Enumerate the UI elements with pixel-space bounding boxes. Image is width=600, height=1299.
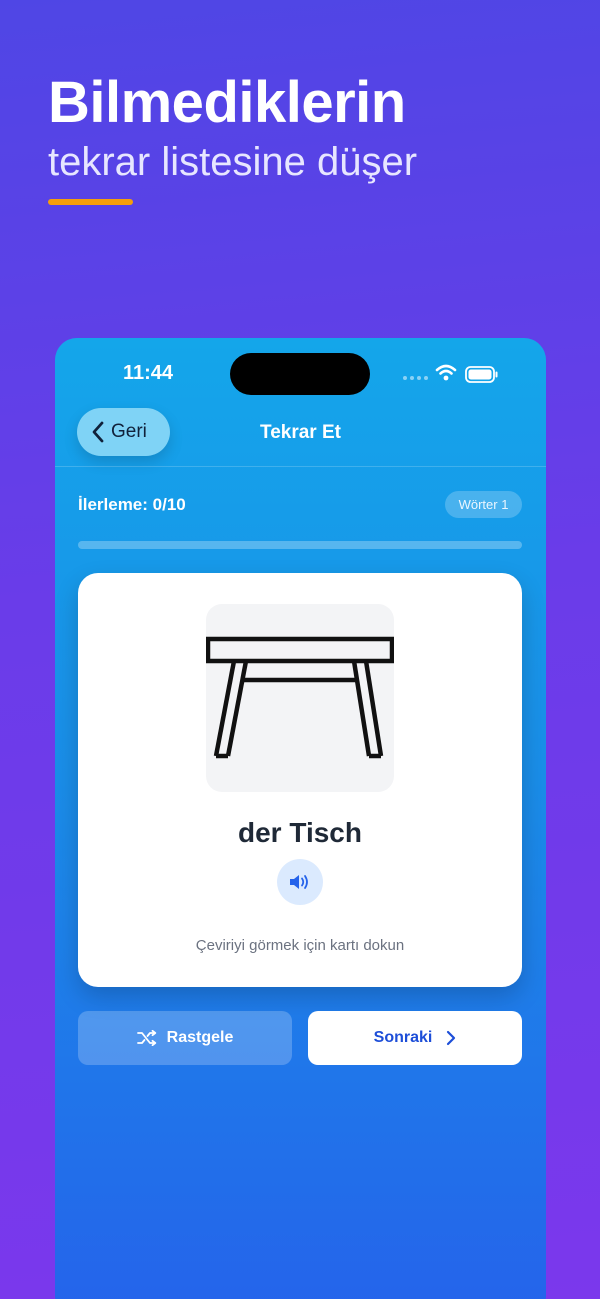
wifi-icon bbox=[435, 364, 457, 381]
deck-badge: Wörter 1 bbox=[445, 491, 522, 518]
chevron-right-icon bbox=[447, 1030, 456, 1046]
table-icon bbox=[205, 636, 395, 759]
progress-label: İlerleme: 0/10 bbox=[78, 495, 186, 514]
pronounce-button[interactable] bbox=[277, 859, 323, 905]
status-time: 11:44 bbox=[123, 362, 174, 384]
speaker-icon bbox=[290, 875, 308, 889]
shuffle-button[interactable]: Rastgele bbox=[78, 1011, 292, 1065]
battery-icon bbox=[465, 366, 498, 383]
progress-bar bbox=[78, 541, 522, 549]
phone-screen: 11:44 Geri Tekrar Et İlerleme: 0/10 Wört… bbox=[55, 338, 546, 1299]
nav-divider bbox=[55, 466, 546, 467]
card-word: der Tisch bbox=[238, 817, 362, 848]
signal-icon bbox=[403, 376, 428, 380]
next-button[interactable]: Sonraki bbox=[308, 1011, 522, 1065]
card-image bbox=[205, 604, 395, 792]
shuffle-icon bbox=[136, 1030, 156, 1046]
promo-headline: Bilmediklerin bbox=[48, 70, 406, 135]
page-title: Tekrar Et bbox=[260, 422, 341, 443]
card-hint: Çeviriyi görmek için kartı dokun bbox=[195, 937, 405, 954]
next-button-label: Sonraki bbox=[373, 1029, 433, 1046]
flashcard[interactable]: der Tisch Çeviriyi görmek için kartı dok… bbox=[78, 573, 522, 987]
shuffle-button-label: Rastgele bbox=[166, 1029, 234, 1046]
promo-accent-underline bbox=[48, 199, 133, 205]
dynamic-island bbox=[230, 353, 370, 395]
promo-subline: tekrar listesine düşer bbox=[48, 140, 418, 184]
